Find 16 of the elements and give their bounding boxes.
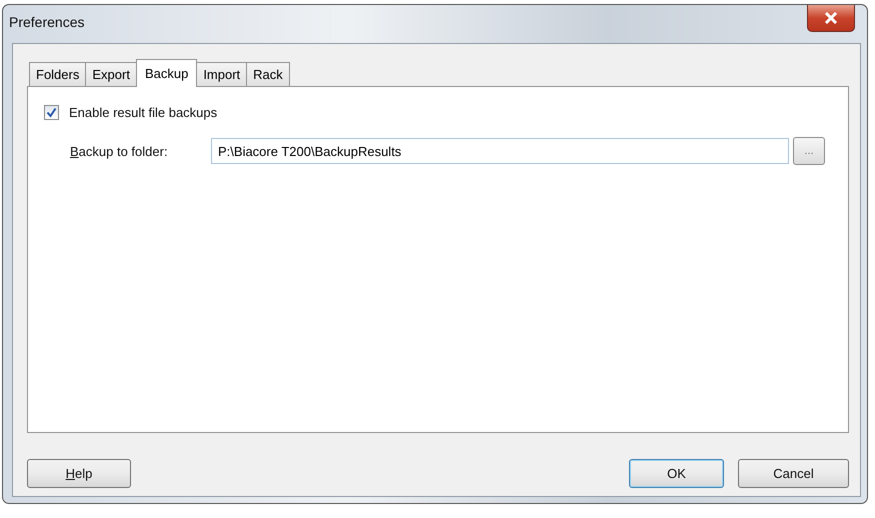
- tab[interactable]: Backup: [136, 59, 198, 87]
- checkbox-label: Enable result file backups: [69, 105, 218, 120]
- field-label: Backup to folder:: [70, 144, 169, 158]
- folder-field[interactable]: P:\Biacore T200\BackupResults: [211, 138, 789, 164]
- tab[interactable]: Folders: [29, 62, 86, 86]
- close-button[interactable]: [807, 5, 855, 32]
- dialog-button[interactable]: OK: [629, 459, 724, 488]
- tab[interactable]: Export: [85, 62, 137, 86]
- tab[interactable]: Import: [196, 62, 248, 86]
- window-title: Preferences: [9, 14, 84, 30]
- close-icon: [824, 12, 838, 24]
- tab[interactable]: Rack: [246, 62, 290, 86]
- browse-button[interactable]: ...: [793, 137, 825, 165]
- checkbox[interactable]: [44, 105, 59, 120]
- dialog-button[interactable]: Help: [27, 459, 131, 488]
- dialog-button[interactable]: Cancel: [738, 459, 849, 488]
